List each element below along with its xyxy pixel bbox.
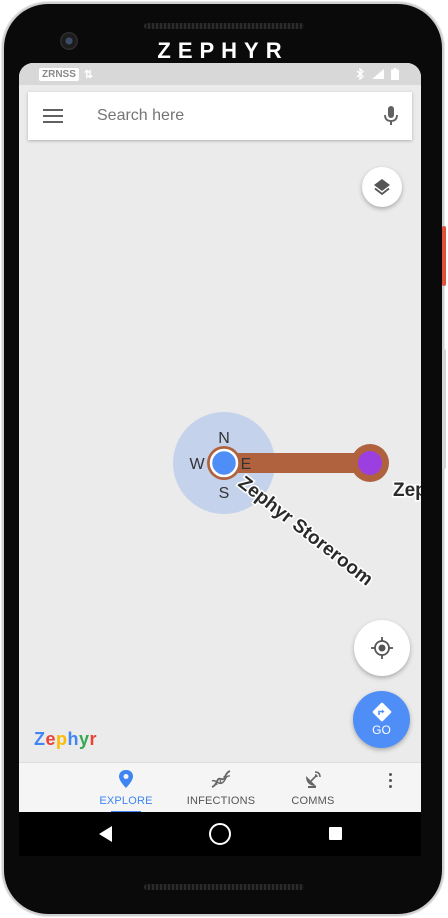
carrier-label: ZRNSS <box>39 67 79 81</box>
directions-icon <box>372 702 391 722</box>
menu-icon[interactable] <box>43 109 63 123</box>
top-speaker-grille <box>144 23 304 29</box>
logo-letter: e <box>45 729 57 749</box>
status-icons <box>356 68 399 80</box>
go-label: GO <box>372 723 391 737</box>
logo-letter: h <box>67 729 80 749</box>
place-label[interactable]: Zephyr Storeroom <box>232 471 378 592</box>
app-screen: ZRNSS ⇅ Search here N E S W Zephyr Store… <box>19 63 421 856</box>
nav-infections[interactable]: INFECTIONS <box>176 769 266 807</box>
logo-letter: Z <box>34 729 46 749</box>
compass-south: S <box>219 485 230 502</box>
bottom-speaker-grille <box>144 884 304 890</box>
bottom-navigation: EXPLORE INFECTIONS COMMS <box>19 762 421 813</box>
home-button-icon[interactable] <box>209 823 231 845</box>
volume-button <box>442 349 446 469</box>
nav-explore-label: EXPLORE <box>99 795 153 807</box>
bluetooth-icon <box>356 68 364 80</box>
place-label-partial[interactable]: Zep <box>392 479 422 503</box>
my-location-button[interactable] <box>354 620 410 676</box>
nav-comms-label: COMMS <box>291 795 335 807</box>
more-options-icon[interactable] <box>385 773 395 788</box>
go-button[interactable]: GO <box>353 691 410 748</box>
nav-comms[interactable]: COMMS <box>268 769 358 807</box>
layers-button[interactable] <box>362 167 402 207</box>
signal-icon <box>372 69 384 79</box>
layers-icon <box>374 179 390 196</box>
search-bar[interactable]: Search here <box>28 92 412 140</box>
crosshair-icon <box>371 637 393 659</box>
zephyr-logo: Zephyr <box>34 729 97 750</box>
search-input[interactable]: Search here <box>97 107 384 125</box>
dna-icon <box>211 770 231 788</box>
logo-letter: y <box>79 729 90 749</box>
compass-east: E <box>241 456 252 473</box>
back-button-icon[interactable] <box>99 826 113 842</box>
satellite-dish-icon <box>306 771 321 788</box>
compass-north: N <box>218 430 230 447</box>
compass-west: W <box>189 456 205 473</box>
current-location-dot <box>209 448 239 478</box>
nav-infections-label: INFECTIONS <box>186 795 256 807</box>
logo-letter: p <box>56 729 68 749</box>
data-arrows-icon: ⇅ <box>83 68 94 81</box>
microphone-icon[interactable] <box>384 106 398 126</box>
device-brand: ZEPHYR <box>157 38 289 63</box>
recent-apps-button-icon[interactable] <box>329 827 342 840</box>
nav-explore[interactable]: EXPLORE <box>81 769 171 813</box>
logo-letter: r <box>89 729 98 749</box>
battery-icon <box>391 68 399 80</box>
system-navigation-bar <box>19 812 421 856</box>
map-canvas[interactable]: N E S W Zephyr Storeroom Zep <box>19 140 421 762</box>
power-button <box>442 226 446 286</box>
map-pin-icon <box>119 770 133 788</box>
status-bar: ZRNSS ⇅ <box>19 63 421 85</box>
destination-dot <box>358 451 382 475</box>
